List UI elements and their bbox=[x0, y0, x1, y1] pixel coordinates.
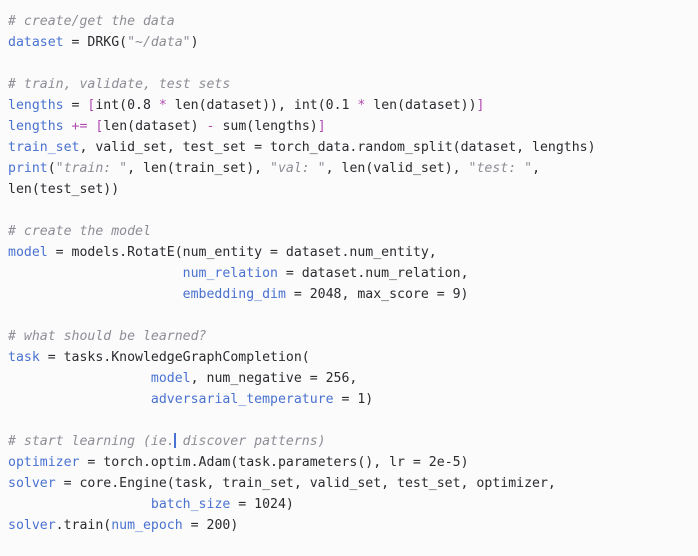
code-token-plain: len(dataset)), int(0.1 bbox=[166, 98, 358, 113]
code-line[interactable]: batch_size = 1024) bbox=[8, 494, 698, 515]
code-line[interactable]: print("train: ", len(train_set), "val: "… bbox=[8, 158, 698, 179]
code-token-var: task bbox=[8, 350, 40, 365]
code-token-plain: , bbox=[532, 161, 541, 176]
code-token-plain: = 1) bbox=[333, 392, 374, 407]
code-token-string: "~/data" bbox=[127, 35, 191, 50]
code-token-var: batch_size bbox=[150, 497, 231, 512]
code-token-plain: = tasks.KnowledgeGraphCompletion( bbox=[39, 350, 310, 365]
code-token-comment: discover patterns) bbox=[174, 434, 326, 449]
code-token-plain: = dataset.num_relation, bbox=[277, 266, 469, 281]
code-token-var: solver bbox=[8, 518, 56, 533]
code-line[interactable]: # start learning (ie. discover patterns) bbox=[8, 431, 698, 452]
code-line[interactable]: lengths += [len(dataset) - sum(lengths)] bbox=[8, 116, 698, 137]
code-line[interactable]: solver.train(num_epoch = 200) bbox=[8, 515, 698, 536]
code-token-string: "test: " bbox=[468, 161, 533, 176]
code-token-var: dataset bbox=[8, 35, 64, 50]
code-token-var: lengths bbox=[8, 119, 64, 134]
code-line[interactable]: task = tasks.KnowledgeGraphCompletion( bbox=[8, 347, 698, 368]
code-token-plain: ) bbox=[190, 35, 199, 50]
code-token-var: model bbox=[8, 245, 48, 260]
code-token-string: "train: " bbox=[55, 161, 128, 176]
code-line[interactable]: # what should be learned? bbox=[8, 326, 698, 347]
code-token-plain: = core.Engine(task, train_set, valid_set… bbox=[55, 476, 556, 491]
code-token-comment: # create the model bbox=[8, 224, 151, 239]
code-token-plain: , num_negative = 256, bbox=[190, 371, 358, 386]
code-token-var: embedding_dim bbox=[182, 287, 286, 302]
code-token-var: optimizer bbox=[8, 455, 80, 470]
code-line[interactable]: model, num_negative = 256, bbox=[8, 368, 698, 389]
code-line[interactable]: # train, validate, test sets bbox=[8, 74, 698, 95]
code-token-op: - bbox=[206, 119, 215, 134]
code-line[interactable] bbox=[8, 53, 698, 74]
code-token-plain: = bbox=[63, 98, 88, 113]
code-line[interactable]: solver = core.Engine(task, train_set, va… bbox=[8, 473, 698, 494]
code-token-var: lengths bbox=[8, 98, 64, 113]
code-line[interactable]: optimizer = torch.optim.Adam(task.parame… bbox=[8, 452, 698, 473]
code-token-op: ] bbox=[476, 98, 485, 113]
code-line[interactable]: train_set, valid_set, test_set = torch_d… bbox=[8, 137, 698, 158]
code-token-plain: .train( bbox=[55, 518, 112, 533]
code-line[interactable] bbox=[8, 410, 698, 431]
code-token-plain: , len(train_set), bbox=[127, 161, 271, 176]
code-line[interactable] bbox=[8, 305, 698, 326]
code-line[interactable]: dataset = DRKG("~/data") bbox=[8, 32, 698, 53]
code-token-var: solver bbox=[8, 476, 56, 491]
code-line[interactable]: embedding_dim = 2048, max_score = 9) bbox=[8, 284, 698, 305]
code-token-plain: = models.RotatE(num_entity = dataset.num… bbox=[47, 245, 437, 260]
code-token-plain: , len(valid_set), bbox=[325, 161, 469, 176]
code-token-plain: int(0.8 bbox=[95, 98, 159, 113]
code-token-plain: = torch.optim.Adam(task.parameters(), lr… bbox=[79, 455, 469, 470]
code-token-plain: = 200) bbox=[182, 518, 239, 533]
code-token-var: model bbox=[150, 371, 191, 386]
code-editor-content[interactable]: # create/get the data dataset = DRKG("~/d… bbox=[0, 0, 698, 536]
code-token-comment: # train, validate, test sets bbox=[8, 77, 231, 92]
code-token-var: num_relation bbox=[182, 266, 278, 281]
code-line[interactable]: # create the model bbox=[8, 221, 698, 242]
code-token-op: * bbox=[158, 98, 167, 113]
code-token-plain: len(dataset) bbox=[103, 119, 207, 134]
code-token-var: adversarial_temperature bbox=[150, 392, 334, 407]
code-line[interactable] bbox=[8, 200, 698, 221]
code-token-string: "val: " bbox=[270, 161, 326, 176]
code-token-plain: len(test_set)) bbox=[8, 182, 120, 197]
code-token-comment: # what should be learned? bbox=[8, 329, 207, 344]
code-line[interactable]: model = models.RotatE(num_entity = datas… bbox=[8, 242, 698, 263]
code-token-var: num_epoch bbox=[111, 518, 183, 533]
code-token-comment: # start learning (ie. bbox=[8, 434, 175, 449]
code-token-var: print bbox=[8, 161, 48, 176]
code-token-op: ] bbox=[317, 119, 326, 134]
code-token-var: train_set bbox=[8, 140, 80, 155]
code-token-plain: len(dataset)) bbox=[365, 98, 477, 113]
code-line[interactable]: # create/get the data bbox=[8, 11, 698, 32]
code-token-plain: = 2048, max_score = 9) bbox=[285, 287, 469, 302]
code-token-comment: # create/get the data bbox=[8, 14, 175, 29]
code-line[interactable]: len(test_set)) bbox=[8, 179, 698, 200]
code-token-plain: sum(lengths) bbox=[214, 119, 318, 134]
code-line[interactable]: lengths = [int(0.8 * len(dataset)), int(… bbox=[8, 95, 698, 116]
code-token-plain: = DRKG( bbox=[63, 35, 128, 50]
code-line[interactable]: adversarial_temperature = 1) bbox=[8, 389, 698, 410]
code-token-plain: = 1024) bbox=[230, 497, 294, 512]
code-token-plain: ( bbox=[47, 161, 56, 176]
code-token-op: += bbox=[71, 119, 88, 134]
code-token-plain: , valid_set, test_set = torch_data.rando… bbox=[79, 140, 596, 155]
code-line[interactable]: num_relation = dataset.num_relation, bbox=[8, 263, 698, 284]
